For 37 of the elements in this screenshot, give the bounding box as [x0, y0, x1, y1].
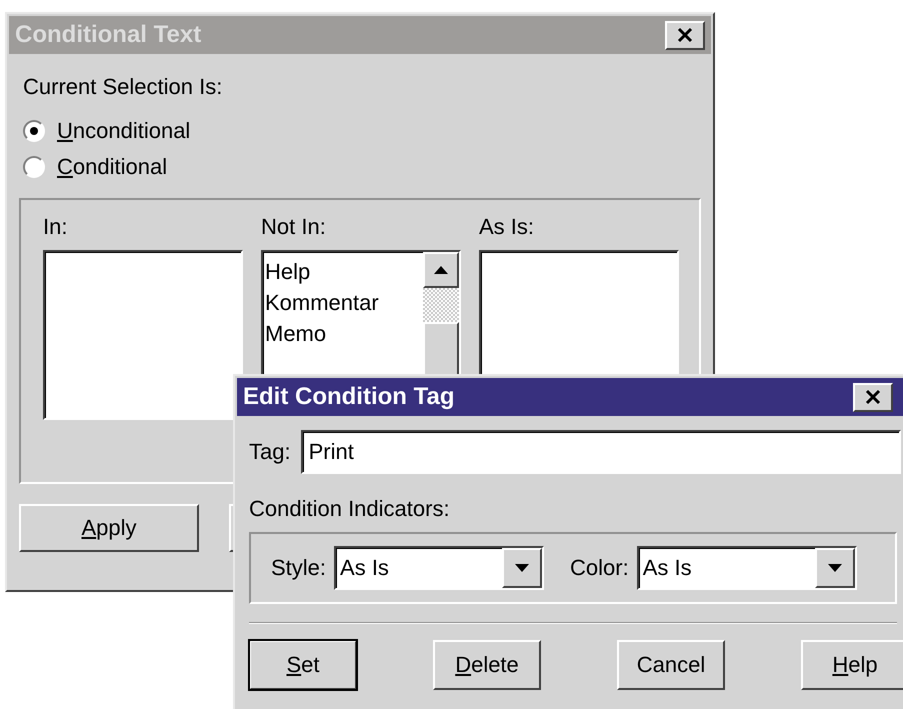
radio-label[interactable]: Unconditional: [57, 118, 190, 144]
list-item[interactable]: Help: [265, 256, 421, 287]
up-arrow-icon: [433, 265, 449, 275]
down-arrow-icon: [826, 563, 843, 573]
dropdown[interactable]: As Is: [334, 546, 544, 590]
indicators-label: Condition Indicators:: [249, 496, 451, 522]
close-icon: [675, 26, 695, 44]
list-label: Not In:: [261, 214, 327, 240]
window-title: Conditional Text: [15, 21, 202, 49]
dialog-button[interactable]: Cancel: [617, 640, 725, 690]
close-button[interactable]: [853, 382, 893, 412]
dialog-button[interactable]: Help: [801, 640, 903, 690]
radio-option[interactable]: Unconditional: [23, 118, 701, 144]
dropdown-label: Style:: [271, 555, 326, 581]
radio-option[interactable]: Conditional: [23, 154, 701, 180]
list-item[interactable]: Memo: [265, 318, 421, 349]
dropdown-button[interactable]: [502, 548, 542, 588]
tag-field[interactable]: Print: [300, 430, 901, 474]
dropdown-label: Color:: [570, 555, 629, 581]
apply-button[interactable]: Apply: [19, 504, 199, 552]
dropdown-button[interactable]: [814, 548, 855, 588]
list-label: As Is:: [479, 214, 536, 240]
list-box[interactable]: [43, 250, 243, 420]
scroll-up-button[interactable]: [423, 252, 459, 288]
radio-button[interactable]: [23, 156, 45, 178]
selection-label: Current Selection Is:: [23, 74, 224, 100]
dropdown[interactable]: As Is: [636, 546, 857, 590]
down-arrow-icon: [514, 563, 530, 573]
dialog-button[interactable]: Set: [249, 640, 357, 690]
tag-label: Tag:: [249, 439, 291, 465]
close-icon: [863, 388, 883, 406]
radio-label[interactable]: Conditional: [57, 154, 168, 180]
list-label: In:: [43, 214, 68, 240]
list-item[interactable]: Kommentar: [265, 287, 421, 318]
close-button[interactable]: [665, 20, 705, 50]
dialog-button[interactable]: Delete: [433, 640, 541, 690]
radio-button[interactable]: [23, 120, 45, 142]
